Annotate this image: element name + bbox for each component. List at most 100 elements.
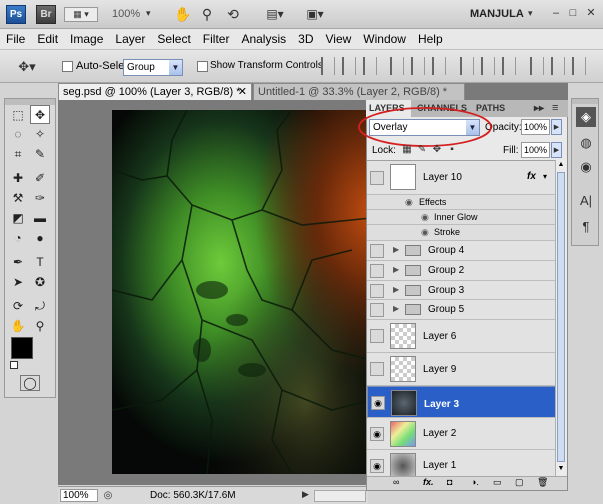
blur-tool-icon[interactable]: ◔	[8, 229, 28, 248]
zoom-level[interactable]: 100%	[112, 8, 140, 20]
menu-edit[interactable]: Edit	[37, 32, 58, 46]
distribute-bottom-icon[interactable]	[502, 57, 516, 75]
lasso-tool-icon[interactable]: ◌	[8, 125, 28, 144]
zoom-tool-icon[interactable]: ⚲	[198, 5, 216, 23]
visibility-toggle[interactable]	[370, 264, 384, 278]
expand-triangle-icon[interactable]: ▶	[393, 304, 399, 313]
crop-tool-icon[interactable]: ⌗	[8, 145, 28, 164]
layer-row[interactable]: ◉ Layer 2	[367, 418, 555, 450]
layer-row[interactable]: Layer 6	[367, 320, 555, 353]
hand-tool-icon[interactable]: ✋	[174, 5, 192, 23]
lock-all-icon[interactable]: ▪	[446, 143, 458, 155]
adjustment-layer-icon[interactable]: ◑.	[471, 477, 479, 487]
menu-file[interactable]: File	[6, 32, 25, 46]
add-style-icon[interactable]: fx.	[423, 477, 434, 487]
shape-tool-icon[interactable]: ✪	[30, 273, 50, 292]
visibility-toggle[interactable]	[370, 244, 384, 258]
3d-orbit-tool-icon[interactable]: ⤾	[30, 297, 50, 316]
menu-select[interactable]: Select	[157, 32, 190, 46]
3d-rotate-tool-icon[interactable]: ⟳	[8, 297, 28, 316]
auto-select-checkbox[interactable]	[62, 61, 73, 72]
layers-panel-icon[interactable]: ◈	[576, 107, 596, 127]
new-layer-icon[interactable]: ▢	[515, 477, 524, 488]
eye-icon[interactable]: ◉	[421, 227, 429, 238]
eye-icon[interactable]: ◉	[405, 197, 413, 208]
align-vertical-center-icon[interactable]	[342, 57, 356, 75]
visibility-toggle[interactable]	[370, 303, 384, 317]
paragraph-panel-icon[interactable]: ¶	[576, 217, 596, 237]
marquee-tool-icon[interactable]: ⬚	[8, 106, 28, 125]
effects-row[interactable]: ◉ Effects	[367, 195, 555, 210]
workspace-name[interactable]: MANJULA	[470, 8, 524, 20]
move-tool-icon[interactable]: ✥	[30, 105, 50, 124]
distribute-top-icon[interactable]	[460, 57, 474, 75]
align-left-icon[interactable]	[390, 57, 404, 75]
rotate-view-icon[interactable]: ⟲	[224, 5, 242, 23]
hand-tool-icon[interactable]: ✋	[8, 317, 28, 336]
path-selection-tool-icon[interactable]: ➤	[8, 273, 28, 292]
clone-stamp-tool-icon[interactable]: ⚒	[8, 189, 28, 208]
chevron-down-icon[interactable]: ▾	[146, 8, 151, 19]
menu-filter[interactable]: Filter	[203, 32, 230, 46]
distribute-center-icon[interactable]	[481, 57, 495, 75]
fill-slider-arrow-icon[interactable]: ▶	[551, 142, 562, 158]
fill-field[interactable]: 100%	[521, 142, 550, 158]
type-tool-icon[interactable]: T	[30, 253, 50, 272]
paths-panel-icon[interactable]: ◉	[576, 157, 596, 177]
brush-tool-icon[interactable]: ✐	[30, 169, 50, 188]
bridge-button[interactable]: Br	[36, 5, 56, 24]
foreground-color-swatch[interactable]	[11, 337, 33, 359]
scroll-down-icon[interactable]: ▼	[556, 464, 566, 474]
add-mask-icon[interactable]: ◘	[447, 477, 452, 487]
visibility-toggle[interactable]	[370, 362, 384, 376]
eye-icon[interactable]: ◉	[370, 427, 384, 441]
expand-triangle-icon[interactable]: ▶	[393, 265, 399, 274]
document-tab-inactive[interactable]: Untitled-1 @ 33.3% (Layer 2, RGB/8) *	[253, 83, 465, 100]
dodge-tool-icon[interactable]: ●	[30, 229, 50, 248]
group-row[interactable]: ▶ Group 2	[367, 261, 555, 281]
visibility-toggle[interactable]	[370, 284, 384, 298]
show-transform-checkbox[interactable]	[197, 61, 208, 72]
link-layers-icon[interactable]: ∞	[393, 477, 399, 487]
align-right-icon[interactable]	[432, 57, 446, 75]
distribute-right-icon[interactable]	[572, 57, 586, 75]
trash-icon[interactable]: 🗑	[537, 477, 548, 488]
history-brush-tool-icon[interactable]: ✑	[30, 189, 50, 208]
eye-icon[interactable]: ◉	[421, 212, 429, 223]
new-group-icon[interactable]: ▭	[493, 477, 502, 488]
screen-mode-icon[interactable]: ▣▾	[302, 6, 328, 22]
distribute-left-icon[interactable]	[530, 57, 544, 75]
lock-transparency-icon[interactable]: ▦	[401, 143, 413, 155]
photoshop-logo[interactable]: Ps	[6, 5, 26, 24]
group-row[interactable]: ▶ Group 5	[367, 300, 555, 320]
menu-3d[interactable]: 3D	[298, 32, 313, 46]
status-arrow-icon[interactable]: ▶	[302, 489, 309, 500]
view-extras-button[interactable]: ▦ ▾	[64, 7, 98, 22]
menu-window[interactable]: Window	[363, 32, 406, 46]
auto-select-dropdown[interactable]: Group ▼	[123, 59, 183, 76]
align-bottom-icon[interactable]	[363, 57, 377, 75]
arrange-documents-icon[interactable]: ▤▾	[262, 6, 288, 22]
menu-layer[interactable]: Layer	[115, 32, 145, 46]
menu-view[interactable]: View	[325, 32, 351, 46]
panel-menu-icon[interactable]: ≡	[552, 100, 566, 117]
move-tool-preset-icon[interactable]: ✥▾	[14, 58, 40, 76]
eyedropper-tool-icon[interactable]: ✎	[30, 145, 50, 164]
scrollbar-thumb[interactable]	[557, 172, 565, 462]
align-top-icon[interactable]	[321, 57, 335, 75]
layer-list-scrollbar[interactable]: ▲ ▼	[555, 160, 566, 476]
effect-stroke-row[interactable]: ◉ Stroke	[367, 225, 555, 241]
expand-triangle-icon[interactable]: ▶	[393, 245, 399, 254]
close-icon[interactable]: ✕	[584, 7, 598, 21]
fx-icon[interactable]: fx	[527, 171, 536, 182]
eye-icon[interactable]: ◉	[370, 459, 384, 473]
opacity-slider-arrow-icon[interactable]: ▶	[551, 119, 562, 135]
visibility-toggle[interactable]	[370, 171, 384, 185]
panel-collapse-icon[interactable]: ▸▸	[534, 100, 548, 117]
layer-row-selected[interactable]: ◉ Layer 3	[367, 386, 555, 418]
healing-brush-tool-icon[interactable]: ✚	[8, 169, 28, 188]
effect-inner-glow-row[interactable]: ◉ Inner Glow	[367, 210, 555, 225]
lock-pixels-icon[interactable]: ✎	[416, 143, 428, 155]
expand-triangle-icon[interactable]: ▶	[393, 285, 399, 294]
visibility-toggle[interactable]	[370, 329, 384, 343]
